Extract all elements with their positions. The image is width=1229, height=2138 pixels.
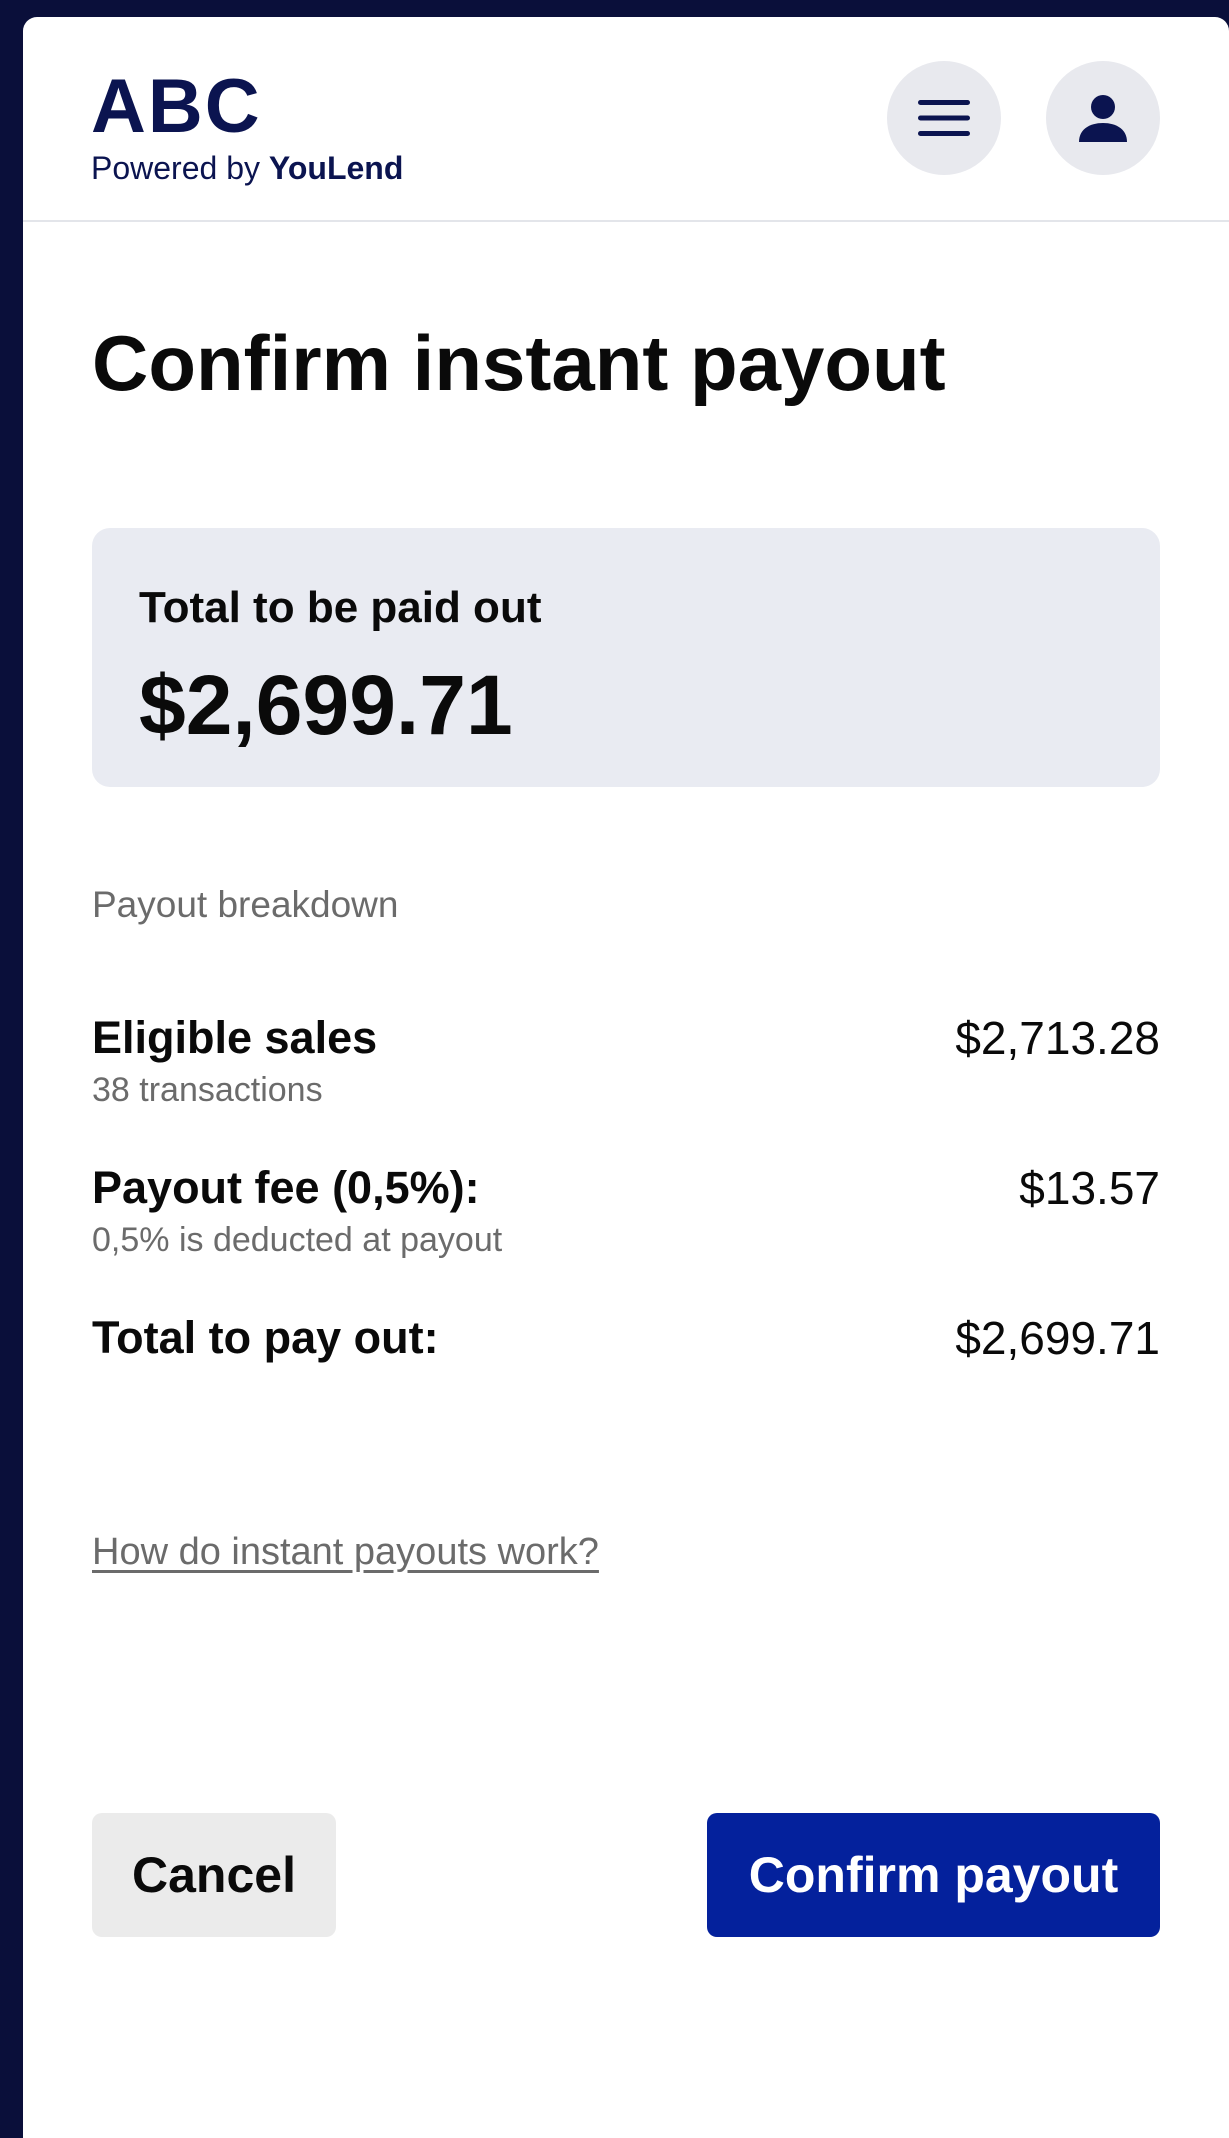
confirm-payout-button[interactable]: Confirm payout xyxy=(707,1813,1160,1937)
menu-button[interactable] xyxy=(887,61,1001,175)
breakdown-row-eligible-sales: Eligible sales 38 transactions $2,713.28 xyxy=(92,1011,1160,1111)
cancel-button[interactable]: Cancel xyxy=(92,1813,336,1937)
page-title: Confirm instant payout xyxy=(92,319,946,407)
powered-by-brand: YouLend xyxy=(268,150,404,186)
breakdown-row-payout-fee: Payout fee (0,5%): 0,5% is deducted at p… xyxy=(92,1161,1160,1261)
logo[interactable]: ABC Powered by YouLend xyxy=(91,69,403,187)
header: ABC Powered by YouLend xyxy=(23,17,1229,222)
menu-icon xyxy=(918,100,970,136)
row-value: $2,699.71 xyxy=(955,1312,1160,1364)
logo-mark: ABC xyxy=(91,64,262,149)
powered-by-label: Powered by xyxy=(91,150,260,186)
breakdown-row-total: Total to pay out: $2,699.71 xyxy=(92,1311,1160,1365)
user-icon xyxy=(1079,95,1127,142)
powered-by-text: Powered by YouLend xyxy=(91,149,403,187)
row-sublabel: 0,5% is deducted at payout xyxy=(92,1221,503,1259)
profile-button[interactable] xyxy=(1046,61,1160,175)
total-label: Total to be paid out xyxy=(139,583,542,632)
row-value: $2,713.28 xyxy=(955,1012,1160,1064)
app-frame: ABC Powered by YouLend Confirm instant p… xyxy=(23,17,1229,2138)
total-amount: $2,699.71 xyxy=(139,658,513,752)
how-instant-payouts-work-link[interactable]: How do instant payouts work? xyxy=(92,1529,599,1575)
row-value: $13.57 xyxy=(1019,1162,1160,1214)
row-label: Payout fee (0,5%): xyxy=(92,1162,480,1213)
total-summary-card: Total to be paid out $2,699.71 xyxy=(92,528,1160,787)
row-sublabel: 38 transactions xyxy=(92,1071,323,1109)
breakdown-heading: Payout breakdown xyxy=(92,884,399,925)
